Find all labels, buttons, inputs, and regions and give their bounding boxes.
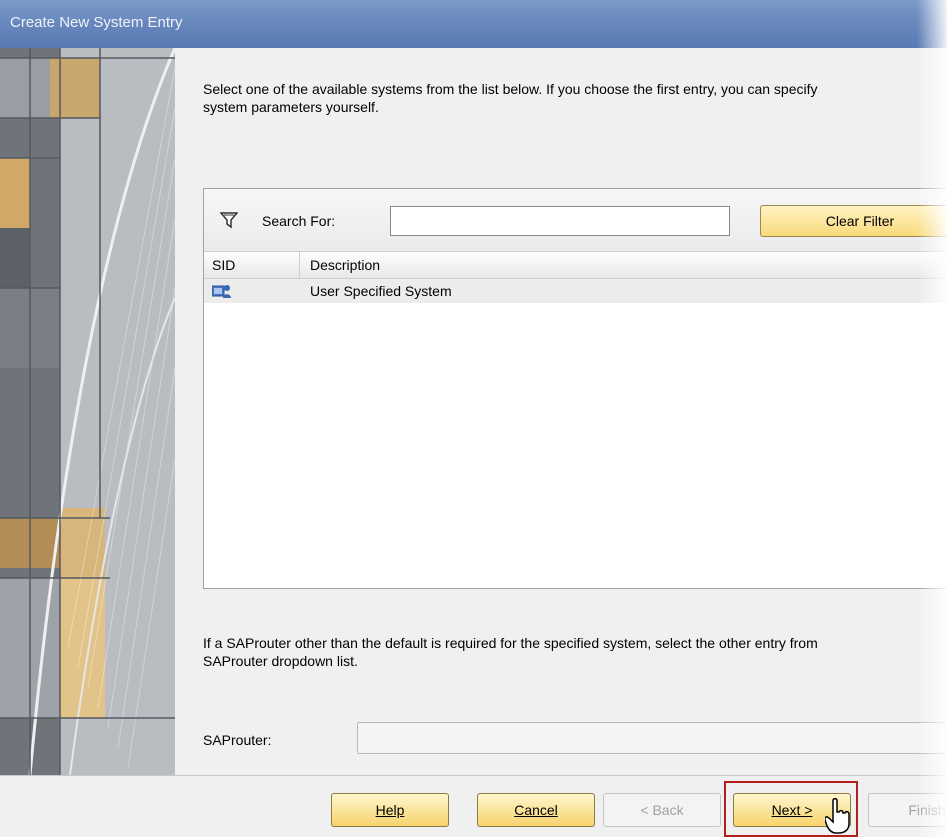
- saprouter-dropdown[interactable]: [357, 722, 947, 754]
- table-header: SID Description: [204, 251, 947, 279]
- saprouter-text-line-1: If a SAProuter other than the default is…: [203, 635, 818, 651]
- intro-text: Select one of the available systems from…: [203, 80, 947, 116]
- cancel-button[interactable]: Cancel: [477, 793, 595, 827]
- back-button[interactable]: < Back: [603, 793, 721, 827]
- back-label: < Back: [640, 802, 684, 818]
- finish-label: Finish: [908, 802, 946, 818]
- title-bar: Create New System Entry: [0, 0, 947, 48]
- finish-button[interactable]: Finish: [868, 793, 947, 827]
- row-description: User Specified System: [310, 283, 452, 299]
- hand-cursor-icon: [825, 798, 850, 834]
- cancel-label: Cancel: [514, 802, 558, 818]
- table-row[interactable]: User Specified System: [204, 279, 947, 303]
- filter-icon: [220, 212, 238, 229]
- saprouter-label: SAProuter:: [203, 732, 272, 748]
- decorative-side-image: [0, 48, 175, 775]
- column-divider[interactable]: [299, 252, 300, 278]
- column-header-description[interactable]: Description: [310, 257, 380, 273]
- next-label: Next >: [771, 802, 813, 818]
- search-bar: Search For: Clear Filter: [204, 189, 947, 251]
- help-button[interactable]: Help: [331, 793, 449, 827]
- window-title: Create New System Entry: [10, 14, 183, 31]
- search-input[interactable]: [390, 206, 730, 236]
- search-label: Search For:: [262, 213, 336, 229]
- saprouter-instructions: If a SAProuter other than the default is…: [203, 634, 947, 670]
- intro-line-1: Select one of the available systems from…: [203, 81, 818, 97]
- system-list-panel: Search For: Clear Filter SID Description…: [203, 188, 947, 589]
- wizard-content: Select one of the available systems from…: [175, 48, 947, 775]
- clear-filter-button[interactable]: Clear Filter: [760, 205, 947, 237]
- saprouter-text-line-2: SAProuter dropdown list.: [203, 653, 358, 669]
- column-header-sid[interactable]: SID: [212, 257, 235, 273]
- system-user-icon: [212, 285, 231, 298]
- wizard-footer: Help Cancel < Back Next > Finish: [0, 776, 947, 837]
- help-label: Help: [375, 802, 405, 818]
- intro-line-2: system parameters yourself.: [203, 99, 379, 115]
